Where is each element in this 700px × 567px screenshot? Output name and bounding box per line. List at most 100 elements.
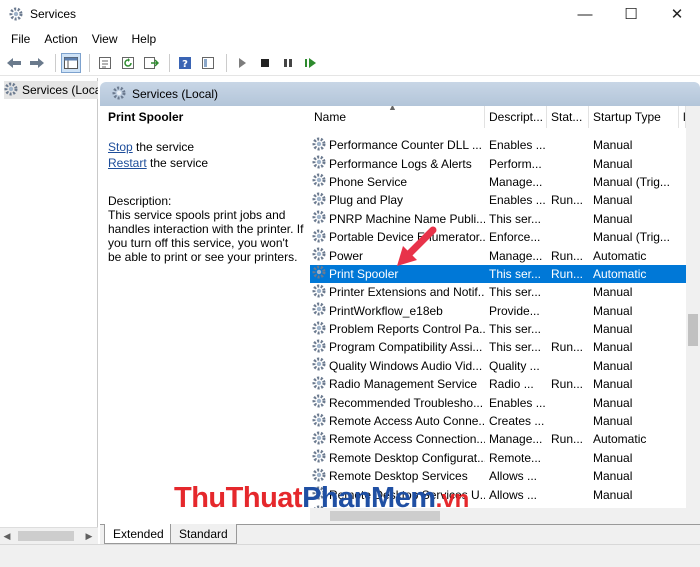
row-description-cell: Allows ... <box>489 469 538 484</box>
column-header-startup-type[interactable]: Startup Type <box>589 106 679 128</box>
row-description-cell: This ser... <box>489 340 542 355</box>
column-header-log-on-as[interactable]: l <box>679 106 686 128</box>
row-startup-cell: Manual (Trig... <box>593 174 670 189</box>
description-label: Description: <box>108 194 172 208</box>
scroll-thumb[interactable] <box>688 314 698 346</box>
pause-service-icon[interactable] <box>278 53 298 73</box>
service-gear-icon <box>312 449 328 466</box>
tree-item-label: Services (Loca <box>22 83 98 97</box>
menu-file[interactable]: File <box>4 32 37 46</box>
row-status-cell: Run... <box>551 248 584 263</box>
row-name-cell: Phone Service <box>310 173 485 190</box>
row-startup-cell: Manual <box>593 211 633 226</box>
forward-arrow-icon[interactable] <box>27 53 47 73</box>
menu-view[interactable]: View <box>85 32 125 46</box>
table-row[interactable]: Problem Reports Control Pa... This ser...… <box>310 320 686 338</box>
red-arrow-icon <box>397 226 437 266</box>
tree-horizontal-scrollbar[interactable]: ◀ ▶ <box>0 527 98 544</box>
service-gear-icon <box>312 229 328 246</box>
column-header-description[interactable]: Descript... <box>485 106 547 128</box>
row-description-cell: Remote... <box>489 450 542 465</box>
row-description-cell: This ser... <box>489 266 542 281</box>
services-gear-icon <box>4 82 18 99</box>
table-row[interactable]: Recommended Troublesho... Enables ... Manu… <box>310 393 686 411</box>
menu-help[interactable]: Help <box>125 32 164 46</box>
row-startup-cell: Manual <box>593 156 633 171</box>
export-list-icon[interactable] <box>141 53 161 73</box>
minimize-button[interactable]: — <box>562 0 608 28</box>
service-gear-icon <box>312 155 328 172</box>
row-startup-cell: Manual <box>593 395 633 410</box>
start-service-icon[interactable] <box>232 53 252 73</box>
row-startup-cell: Manual <box>593 469 633 484</box>
table-row[interactable]: PNRP Machine Name Publi... This ser... Man… <box>310 210 686 228</box>
table-row[interactable]: Phone Service Manage... Manual (Trig... <box>310 173 686 191</box>
row-description-cell: Enables ... <box>489 193 546 208</box>
tree-item-services-local[interactable]: Services (Loca <box>4 81 98 99</box>
row-description-cell: Enables ... <box>489 138 546 153</box>
row-status-cell: Run... <box>551 193 584 208</box>
row-name-cell: Printer Extensions and Notif... <box>310 284 485 301</box>
service-gear-icon <box>312 339 328 356</box>
table-row[interactable]: Portable Device Enumerator... Enforce... M… <box>310 228 686 246</box>
table-row[interactable]: Remote Access Auto Conne... Creates ... Ma… <box>310 412 686 430</box>
row-description-cell: This ser... <box>489 211 542 226</box>
services-list: ▲ Name Descript... Stat... Startup Type … <box>310 106 700 524</box>
service-gear-icon <box>312 137 328 154</box>
table-row[interactable]: Performance Logs & Alerts Perform... Manua… <box>310 154 686 172</box>
table-row[interactable]: Program Compatibility Assi... This ser...… <box>310 338 686 356</box>
service-gear-icon <box>312 321 328 338</box>
service-gear-icon <box>312 210 328 227</box>
restart-service-link[interactable]: Restart <box>108 156 147 170</box>
service-description-pane: Print Spooler Stop the service Restart t… <box>100 106 310 526</box>
row-description-cell: Manage... <box>489 174 543 189</box>
restart-service-icon[interactable] <box>301 53 321 73</box>
table-row[interactable]: Radio Management Service Radio ... Run... M… <box>310 375 686 393</box>
row-startup-cell: Manual (Trig... <box>593 230 670 245</box>
column-header-name[interactable]: ▲ Name <box>310 106 485 128</box>
row-status-cell: Run... <box>551 266 584 281</box>
table-row[interactable]: Remote Access Connection... Manage... Run.… <box>310 430 686 448</box>
help-icon[interactable]: ? <box>175 53 195 73</box>
refresh-icon[interactable] <box>118 53 138 73</box>
watermark-part1: ThuThuat <box>174 482 303 514</box>
stop-service-link[interactable]: Stop <box>108 140 133 154</box>
service-title: Print Spooler <box>108 110 184 124</box>
tab-extended[interactable]: Extended <box>104 524 173 544</box>
row-name-cell: Program Compatibility Assi... <box>310 339 485 356</box>
service-gear-icon <box>312 265 328 282</box>
table-row[interactable]: Power Manage... Run... Automatic <box>310 246 686 264</box>
service-gear-icon <box>312 302 328 319</box>
scroll-right-arrow-icon[interactable]: ▶ <box>82 528 96 544</box>
column-header-status[interactable]: Stat... <box>547 106 589 128</box>
back-arrow-icon[interactable] <box>4 53 24 73</box>
table-row[interactable]: PrintWorkflow_e18eb Provide... Manual <box>310 302 686 320</box>
details-pane: Services (Local) Print Spooler Stop the … <box>100 78 700 544</box>
title-bar: Services — ☐ ✕ <box>0 0 700 28</box>
show-hide-pane-icon[interactable] <box>198 53 218 73</box>
table-row[interactable]: Remote Desktop Configurat... Remote... Man… <box>310 449 686 467</box>
service-gear-icon <box>312 394 328 411</box>
scroll-thumb[interactable] <box>18 531 74 541</box>
scroll-left-arrow-icon[interactable]: ◀ <box>0 528 14 544</box>
list-vertical-scrollbar[interactable] <box>686 106 700 524</box>
close-button[interactable]: ✕ <box>654 0 700 28</box>
row-status-cell: Run... <box>551 432 584 447</box>
tab-standard[interactable]: Standard <box>170 524 237 544</box>
console-tree-icon[interactable] <box>61 52 81 73</box>
row-name-cell: Performance Logs & Alerts <box>310 155 485 172</box>
table-row[interactable]: Printer Extensions and Notif... This ser.… <box>310 283 686 301</box>
menu-bar: File Action View Help <box>0 28 700 50</box>
stop-service-icon[interactable] <box>255 53 275 73</box>
table-row[interactable]: Quality Windows Audio Vid... Quality ... M… <box>310 357 686 375</box>
row-description-cell: This ser... <box>489 285 542 300</box>
details-header: Services (Local) <box>100 82 700 106</box>
table-row[interactable]: Performance Counter DLL ... Enables ... Ma… <box>310 136 686 154</box>
properties-icon[interactable] <box>95 53 115 73</box>
table-row[interactable]: Print Spooler This ser... Run... Automatic <box>310 264 686 284</box>
row-startup-cell: Automatic <box>593 432 647 447</box>
row-description-cell: Provide... <box>489 303 540 318</box>
menu-action[interactable]: Action <box>37 32 84 46</box>
maximize-button[interactable]: ☐ <box>608 0 654 28</box>
table-row[interactable]: Plug and Play Enables ... Run... Manual <box>310 191 686 209</box>
